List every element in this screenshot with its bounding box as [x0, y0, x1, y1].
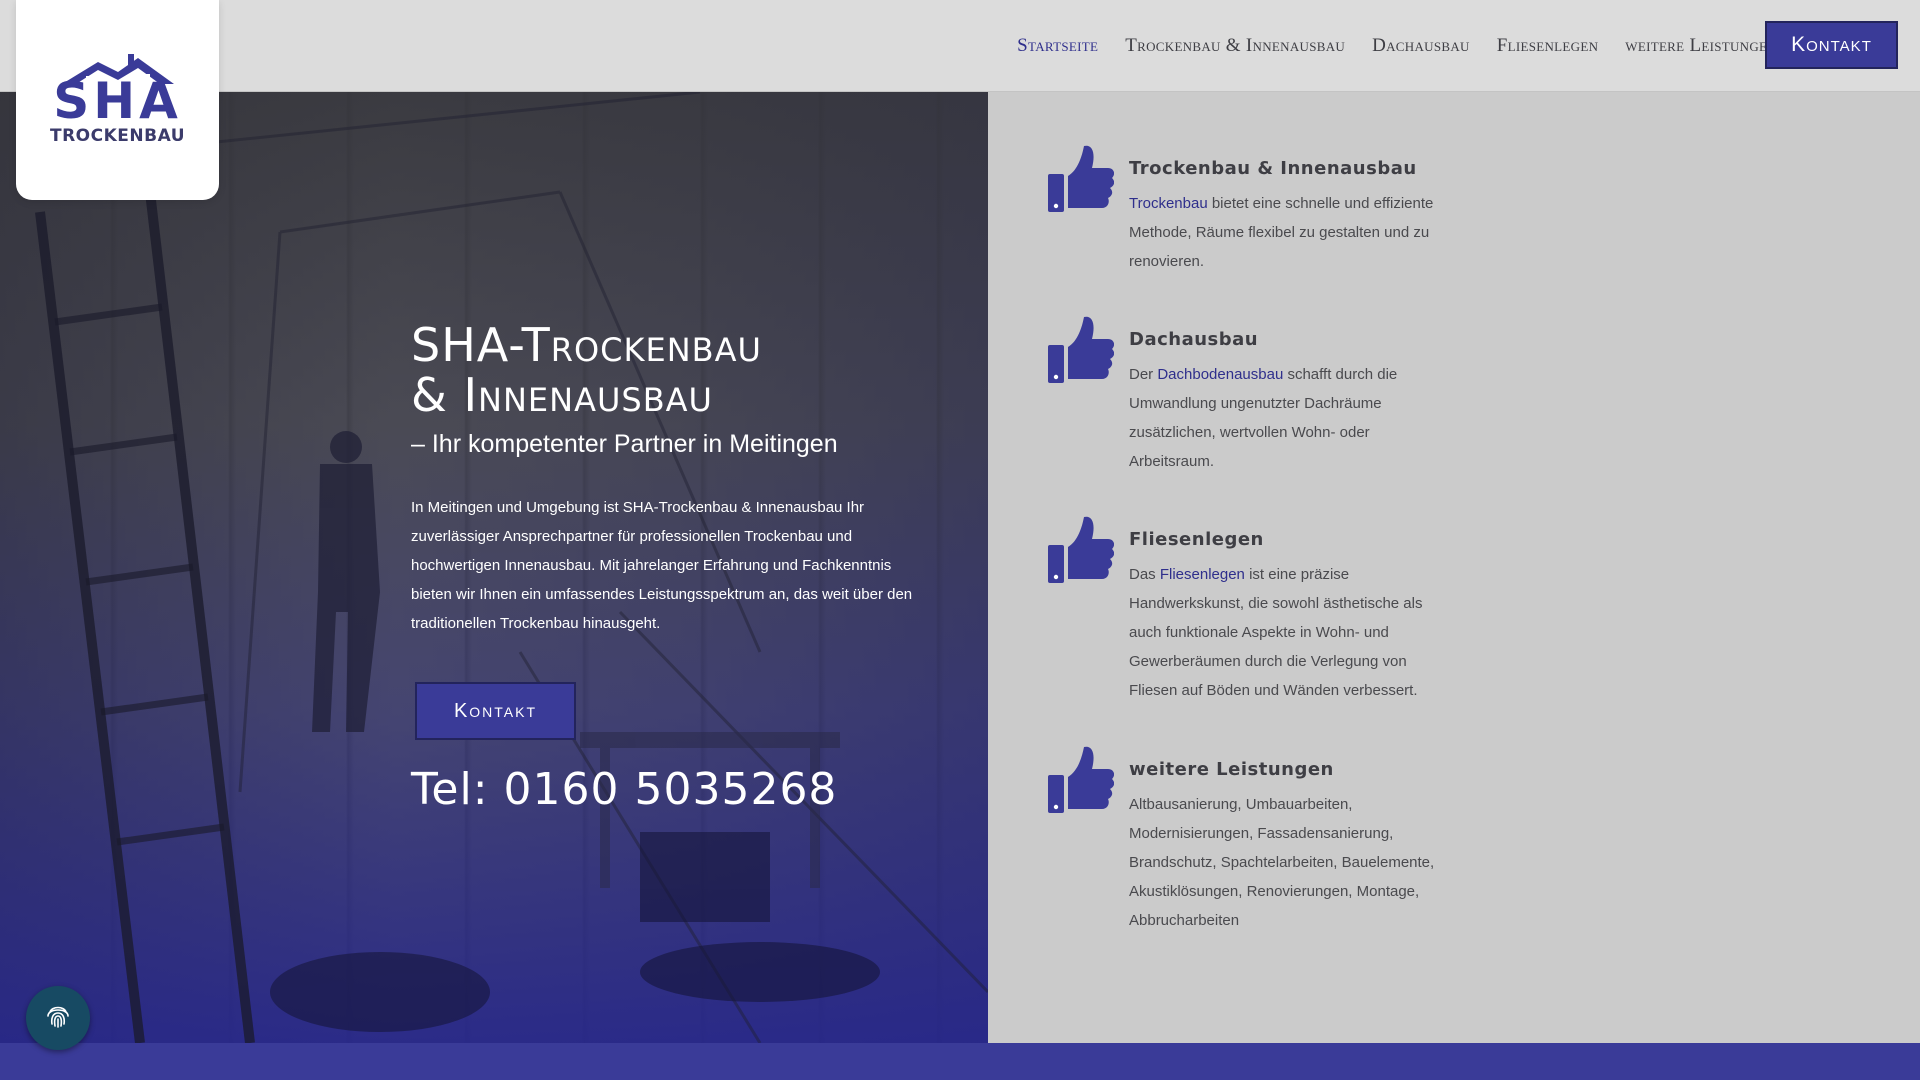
privacy-settings-button[interactable] — [26, 986, 90, 1050]
service-title: Fliesenlegen — [1129, 529, 1264, 550]
service-item: weitere Leistungen Altbausanierung, Umba… — [1048, 746, 1434, 935]
service-title: weitere Leistungen — [1129, 759, 1334, 780]
service-description: Der Dachbodenausbau schafft durch die Um… — [1129, 366, 1398, 470]
hero-subtitle: – Ihr kompetenter Partner in Meitingen — [411, 430, 838, 458]
site-header: Startseite Trockenbau & Innenausbau Dach… — [0, 0, 1920, 92]
thumbs-up-icon — [1048, 315, 1115, 383]
nav-item-fliesenlegen[interactable]: Fliesenlegen — [1497, 35, 1599, 57]
logo-subtitle: TROCKENBAU — [49, 126, 186, 146]
hero-title-line2: & Innenausbau — [411, 368, 713, 422]
hero-title-line1: SHA-Trockenbau — [411, 318, 762, 372]
service-link-dachbodenausbau[interactable]: Dachbodenausbau — [1157, 366, 1283, 383]
service-item: Dachausbau Der Dachbodenausbau schafft d… — [1048, 316, 1428, 476]
thumbs-up-icon — [1048, 745, 1115, 813]
hero-phone-number[interactable]: Tel: 0160 5035268 — [411, 764, 931, 815]
hero-contact-button[interactable]: Kontakt — [415, 682, 576, 740]
hero-title: SHA-Trockenbau & Innenausbau — [411, 320, 931, 420]
services-panel: Trockenbau & Innenausbau Trockenbau biet… — [988, 92, 1920, 1043]
service-description: Das Fliesenlegen ist eine präzise Handwe… — [1129, 566, 1423, 699]
hero-content: SHA-Trockenbau & Innenausbau – Ihr kompe… — [411, 320, 931, 815]
service-item: Trockenbau & Innenausbau Trockenbau biet… — [1048, 145, 1433, 276]
logo-wordmark: SHA — [53, 72, 182, 130]
service-description: Altbausanierung, Umbauarbeiten, Modernis… — [1129, 796, 1435, 929]
fingerprint-icon — [42, 1000, 74, 1037]
thumbs-up-icon — [1048, 144, 1115, 212]
nav-item-startseite[interactable]: Startseite — [1017, 35, 1098, 57]
nav-item-dachausbau[interactable]: Dachausbau — [1372, 35, 1470, 57]
nav-item-trockenbau[interactable]: Trockenbau & Innenausbau — [1125, 35, 1345, 57]
header-contact-button[interactable]: Kontakt — [1765, 21, 1898, 69]
nav-item-weitere-leistungen-label: weitere Leistungen — [1625, 35, 1777, 56]
hero-intro-text: In Meitingen und Umgebung ist SHA-Trocke… — [411, 499, 913, 632]
hero-section: SHA-Trockenbau & Innenausbau – Ihr kompe… — [0, 92, 988, 1043]
site-logo[interactable]: SHA TROCKENBAU — [16, 0, 219, 200]
main-navigation: Startseite Trockenbau & Innenausbau Dach… — [1017, 0, 1794, 92]
thumbs-up-icon — [1048, 515, 1115, 583]
service-item: Fliesenlegen Das Fliesenlegen ist eine p… — [1048, 516, 1428, 705]
service-title: Dachausbau — [1129, 329, 1259, 350]
service-description: Trockenbau bietet eine schnelle und effi… — [1129, 195, 1434, 270]
footer-bar — [0, 1043, 1920, 1080]
service-link-trockenbau[interactable]: Trockenbau — [1129, 195, 1208, 212]
service-link-fliesenlegen[interactable]: Fliesenlegen — [1160, 566, 1245, 583]
service-title: Trockenbau & Innenausbau — [1129, 158, 1417, 179]
